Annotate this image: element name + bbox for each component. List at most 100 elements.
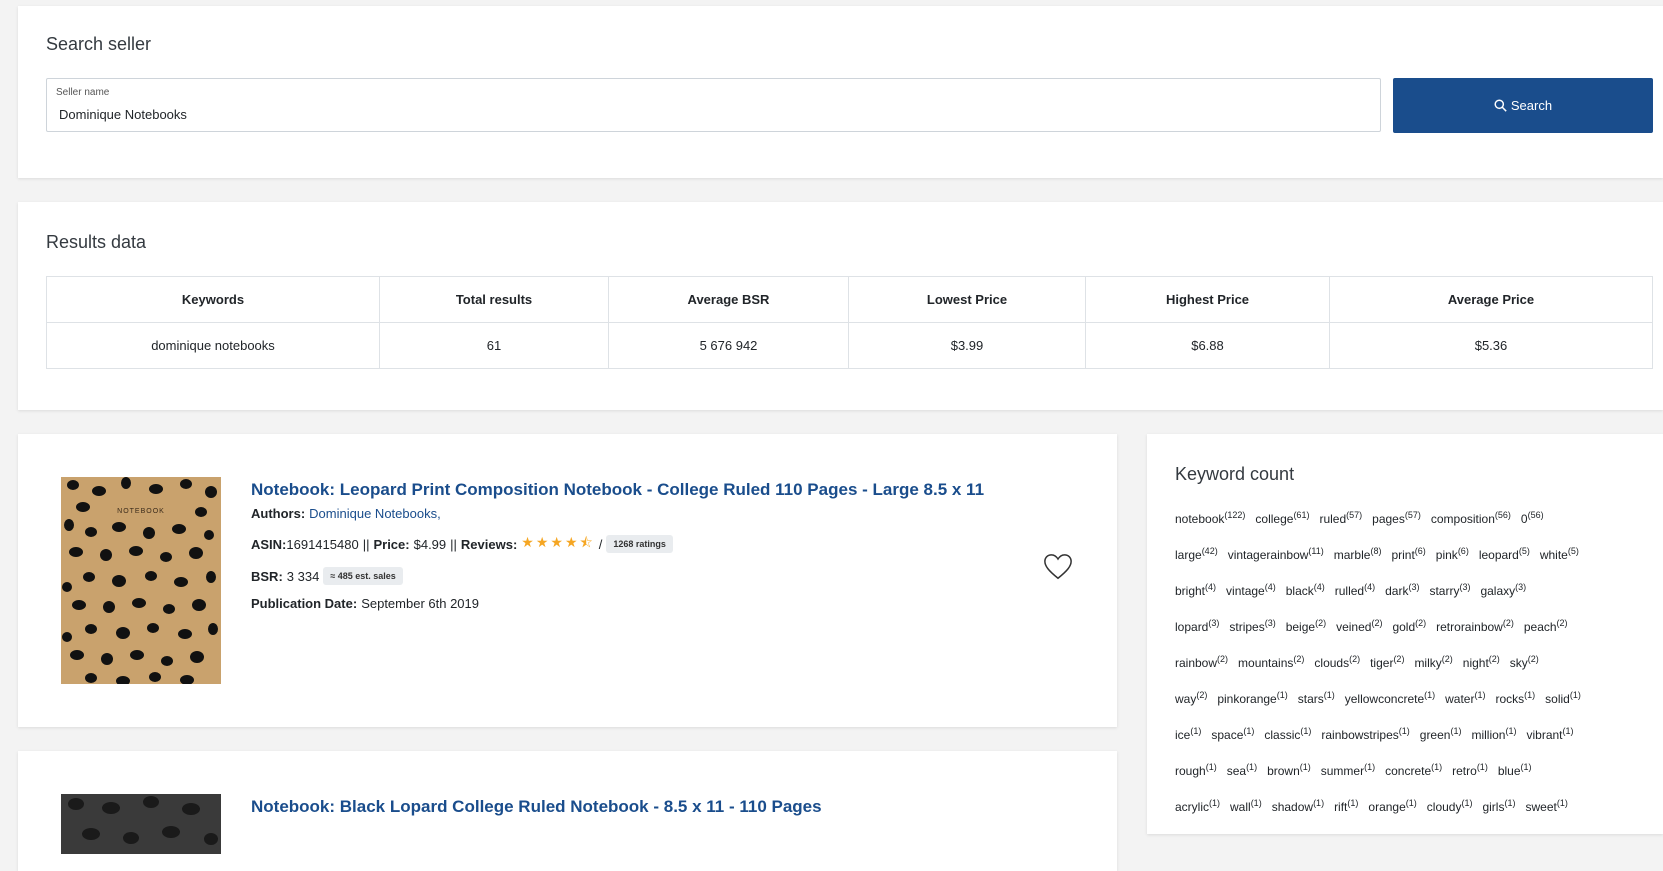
keyword-chip[interactable]: solid(1) [1545,690,1581,706]
keyword-chip[interactable]: rift(1) [1334,798,1358,814]
keyword-word: rainbowstripes [1321,728,1399,742]
column-header-highest-price: Highest Price [1085,276,1330,323]
keyword-word: college [1255,512,1294,526]
keyword-chip[interactable]: stripes(3) [1229,618,1275,634]
keyword-chip[interactable]: stars(1) [1298,690,1335,706]
keyword-chip[interactable]: vibrant(1) [1526,726,1573,742]
keyword-chip[interactable]: ice(1) [1175,726,1201,742]
keyword-word: stars [1297,692,1324,706]
keyword-chip[interactable]: beige(2) [1286,618,1326,634]
results-header-row: Keywords Total results Average BSR Lowes… [46,276,1653,323]
keyword-chip[interactable]: composition(56) [1431,510,1511,526]
keyword-count: (1) [1364,762,1376,772]
keyword-chip[interactable]: pages(57) [1372,510,1421,526]
keyword-chip[interactable]: retro(1) [1452,762,1488,778]
keyword-chip[interactable]: blue(1) [1498,762,1532,778]
keyword-chip[interactable]: gold(2) [1392,618,1426,634]
keyword-chip[interactable]: pink(6) [1436,546,1469,562]
keyword-chip[interactable]: girls(1) [1482,798,1515,814]
keyword-chip[interactable]: million(1) [1471,726,1516,742]
keyword-count: (2) [1502,618,1514,628]
asin-label: ASIN: [251,536,287,552]
keyword-chip[interactable]: college(61) [1255,510,1309,526]
keyword-chip[interactable]: way(2) [1175,690,1207,706]
keyword-count: (122) [1224,510,1246,520]
keyword-chip[interactable]: galaxy(3) [1480,582,1526,598]
keyword-chip[interactable]: sky(2) [1510,654,1539,670]
keyword-chip[interactable]: starry(3) [1429,582,1470,598]
keyword-chip[interactable]: vintagerainbow(11) [1228,546,1324,562]
keyword-chip[interactable]: sea(1) [1227,762,1257,778]
keyword-chip[interactable]: tiger(2) [1370,654,1404,670]
keyword-chip[interactable]: veined(2) [1336,618,1382,634]
keyword-count: (2) [1196,690,1208,700]
seller-name-field[interactable]: Seller name [46,78,1381,132]
product-title-link[interactable]: Notebook: Black Lopard College Ruled Not… [251,797,822,817]
heart-icon[interactable] [1043,552,1073,582]
keyword-word: shadow [1271,800,1314,814]
keyword-count: (2) [1393,654,1405,664]
keyword-word: marble [1333,548,1371,562]
keyword-chip[interactable]: sweet(1) [1525,798,1567,814]
keyword-chip[interactable]: leopard(5) [1479,546,1530,562]
keyword-chip[interactable]: night(2) [1463,654,1500,670]
keyword-word: leopard [1478,548,1519,562]
keyword-chip[interactable]: rocks(1) [1495,690,1535,706]
keyword-chip[interactable]: acrylic(1) [1175,798,1220,814]
keyword-chip[interactable]: rainbowstripes(1) [1321,726,1409,742]
keyword-chip[interactable]: dark(3) [1385,582,1419,598]
keyword-count-card: Keyword count notebook(122) college(61) ru… [1147,434,1663,834]
search-button[interactable]: Search [1393,78,1653,133]
keyword-chip[interactable]: rulled(4) [1335,582,1375,598]
keyword-row: lopard(3) stripes(3) beige(2) veined(2) gold… [1175,618,1645,654]
keyword-word: black [1285,584,1314,598]
keyword-chip[interactable]: large(42) [1175,546,1218,562]
keyword-count: (5) [1567,546,1579,556]
keyword-word: gold [1392,620,1416,634]
keyword-chip[interactable]: bright(4) [1175,582,1216,598]
author-link[interactable]: Dominique Notebooks, [309,506,441,521]
keyword-chip[interactable]: notebook(122) [1175,510,1245,526]
keyword-chip[interactable]: shadow(1) [1272,798,1324,814]
keyword-count: (4) [1264,582,1276,592]
keyword-chip[interactable]: clouds(2) [1314,654,1360,670]
publication-date-value: September 6th 2019 [361,596,479,611]
keyword-chip[interactable]: ruled(57) [1319,510,1362,526]
keyword-chip[interactable]: mountains(2) [1238,654,1304,670]
keyword-count: (2) [1527,654,1539,664]
keyword-count: (1) [1276,690,1288,700]
keyword-chip[interactable]: vintage(4) [1226,582,1276,598]
keyword-chip[interactable]: concrete(1) [1385,762,1442,778]
keyword-chip[interactable]: retrorainbow(2) [1436,618,1514,634]
keyword-chip[interactable]: white(5) [1540,546,1579,562]
keyword-word: retrorainbow [1436,620,1503,634]
keyword-chip[interactable]: green(1) [1420,726,1462,742]
keyword-chip[interactable]: 0(56) [1521,510,1544,526]
keyword-chip[interactable]: orange(1) [1368,798,1416,814]
keyword-row: bright(4) vintage(4) black(4) rulled(4) dark… [1175,582,1645,618]
keyword-chip[interactable]: space(1) [1211,726,1254,742]
keyword-chip[interactable]: summer(1) [1321,762,1375,778]
keyword-chip[interactable]: classic(1) [1264,726,1311,742]
keyword-chip[interactable]: pinkorange(1) [1217,690,1287,706]
keyword-chip[interactable]: yellowconcrete(1) [1345,690,1435,706]
keyword-chip[interactable]: print(6) [1391,546,1425,562]
keyword-chip[interactable]: rainbow(2) [1175,654,1228,670]
keyword-count: (4) [1313,582,1325,592]
keyword-chip[interactable]: rough(1) [1175,762,1217,778]
cover-title-text: NOTEBOOK [117,508,165,515]
keyword-count: (2) [1415,618,1427,628]
keyword-count: (5) [1518,546,1530,556]
keyword-chip[interactable]: brown(1) [1267,762,1311,778]
keyword-chip[interactable]: water(1) [1445,690,1485,706]
table-row: dominique notebooks 61 5 676 942 $3.99 $… [46,322,1653,369]
keyword-chip[interactable]: cloudy(1) [1427,798,1473,814]
keyword-chip[interactable]: milky(2) [1414,654,1452,670]
keyword-chip[interactable]: peach(2) [1524,618,1568,634]
keyword-chip[interactable]: lopard(3) [1175,618,1219,634]
keyword-chip[interactable]: wall(1) [1230,798,1262,814]
seller-name-input[interactable] [59,107,1359,122]
keyword-chip[interactable]: black(4) [1286,582,1325,598]
keyword-chip[interactable]: marble(8) [1334,546,1382,562]
product-title-link[interactable]: Notebook: Leopard Print Composition Note… [251,480,984,500]
